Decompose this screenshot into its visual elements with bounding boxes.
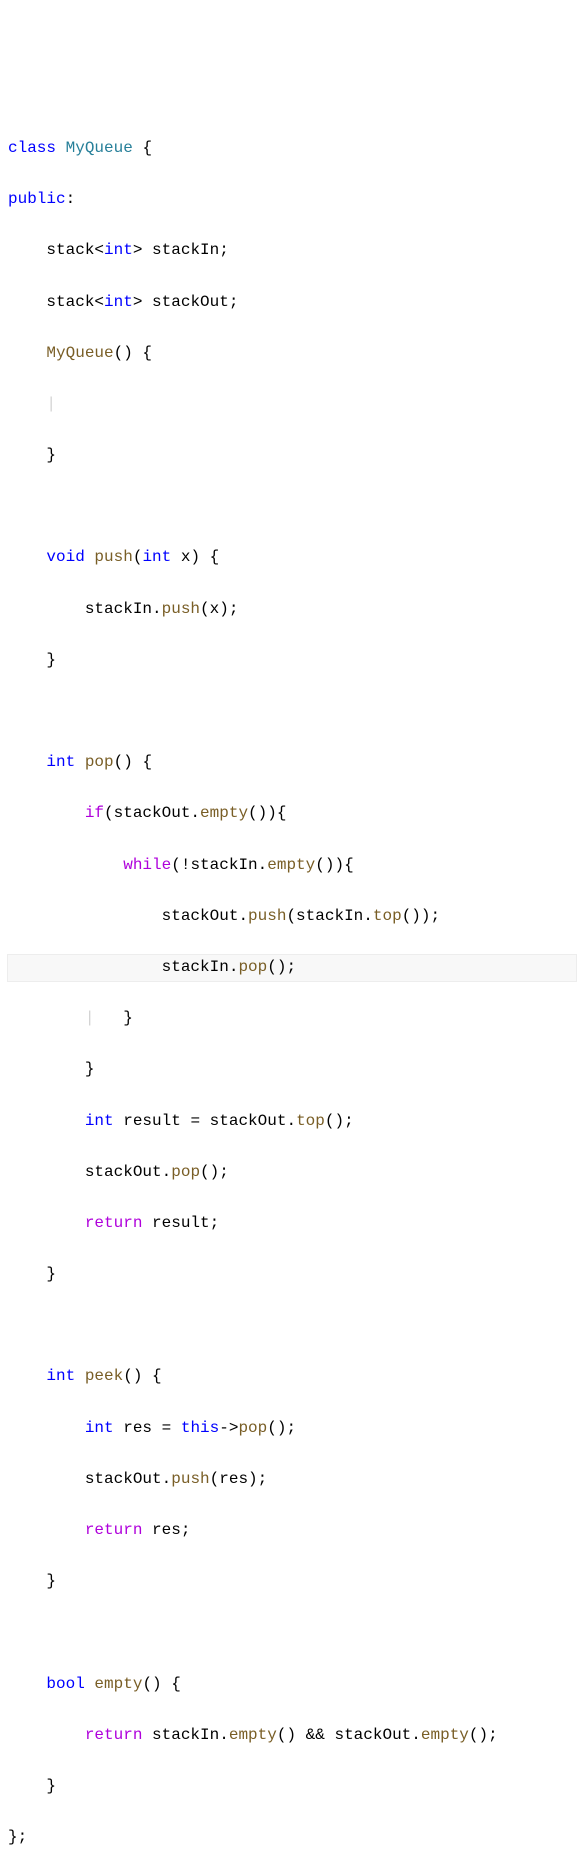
- text: > stackIn;: [133, 241, 229, 259]
- code-line: }: [8, 1262, 576, 1288]
- code-line: public:: [8, 187, 576, 213]
- text: stack<: [8, 241, 104, 259]
- text: }: [8, 446, 56, 464]
- keyword-int: int: [46, 753, 75, 771]
- code-line: int res = this->pop();: [8, 1416, 576, 1442]
- func-name: push: [94, 548, 132, 566]
- func-name: empty: [94, 1675, 142, 1693]
- method-call: top: [373, 907, 402, 925]
- code-line: |: [8, 392, 576, 418]
- method-call: empty: [229, 1726, 277, 1744]
- code-line: while(!stackIn.empty()){: [8, 853, 576, 879]
- keyword-int: int: [46, 1367, 75, 1385]
- keyword-int: int: [104, 241, 133, 259]
- method-call: empty: [421, 1726, 469, 1744]
- code-line: class MyQueue {: [8, 136, 576, 162]
- code-line: int pop() {: [8, 750, 576, 776]
- keyword-while: while: [123, 856, 171, 874]
- method-call: pop: [238, 1419, 267, 1437]
- indent: [8, 548, 46, 566]
- code-line: [8, 1620, 576, 1646]
- punct: () {: [114, 344, 152, 362]
- keyword-return: return: [85, 1726, 143, 1744]
- keyword-return: return: [85, 1521, 143, 1539]
- code-line: return stackIn.empty() && stackOut.empty…: [8, 1723, 576, 1749]
- text: > stackOut;: [133, 293, 239, 311]
- keyword-if: if: [85, 804, 104, 822]
- code-line: };: [8, 1825, 576, 1850]
- code-line: stack<int> stackOut;: [8, 290, 576, 316]
- keyword-int: int: [85, 1419, 114, 1437]
- method-call: push: [248, 907, 286, 925]
- punct: :: [66, 190, 76, 208]
- code-line: int result = stackOut.top();: [8, 1109, 576, 1135]
- keyword-int: int: [85, 1112, 114, 1130]
- keyword-int: int: [104, 293, 133, 311]
- code-line: stack<int> stackIn;: [8, 238, 576, 264]
- code-line: }: [8, 648, 576, 674]
- text: stack<: [8, 293, 104, 311]
- code-line-highlighted: stackIn.pop();: [8, 955, 576, 981]
- method-call: pop: [238, 958, 267, 976]
- punct: {: [133, 139, 152, 157]
- method-call: pop: [171, 1163, 200, 1181]
- keyword-this: this: [181, 1419, 219, 1437]
- code-line: }: [8, 1774, 576, 1800]
- func-name: pop: [85, 753, 114, 771]
- code-line: [8, 699, 576, 725]
- code-line: }: [8, 1057, 576, 1083]
- method-call: empty: [267, 856, 315, 874]
- method-call: top: [296, 1112, 325, 1130]
- code-line: MyQueue() {: [8, 341, 576, 367]
- code-line: if(stackOut.empty()){: [8, 801, 576, 827]
- func-name: peek: [85, 1367, 123, 1385]
- keyword-class: class: [8, 139, 56, 157]
- code-line: stackOut.pop();: [8, 1160, 576, 1186]
- indent: [8, 344, 46, 362]
- type-name: MyQueue: [66, 139, 133, 157]
- keyword-void: void: [46, 548, 84, 566]
- code-line: }: [8, 443, 576, 469]
- keyword-int: int: [142, 548, 171, 566]
- code-line: return result;: [8, 1211, 576, 1237]
- keyword-public: public: [8, 190, 66, 208]
- code-line: return res;: [8, 1518, 576, 1544]
- code-line: int peek() {: [8, 1364, 576, 1390]
- method-call: push: [171, 1470, 209, 1488]
- code-block: class MyQueue { public: stack<int> stack…: [8, 110, 576, 1850]
- code-line: stackIn.push(x);: [8, 597, 576, 623]
- code-line: | }: [8, 1006, 576, 1032]
- code-line: void push(int x) {: [8, 545, 576, 571]
- code-line: stackOut.push(res);: [8, 1467, 576, 1493]
- method-call: push: [162, 600, 200, 618]
- constructor-name: MyQueue: [46, 344, 113, 362]
- code-line: stackOut.push(stackIn.top());: [8, 904, 576, 930]
- keyword-bool: bool: [46, 1675, 84, 1693]
- code-line: }: [8, 1569, 576, 1595]
- code-line: [8, 1313, 576, 1339]
- keyword-return: return: [85, 1214, 143, 1232]
- code-line: bool empty() {: [8, 1672, 576, 1698]
- code-line: [8, 494, 576, 520]
- method-call: empty: [200, 804, 248, 822]
